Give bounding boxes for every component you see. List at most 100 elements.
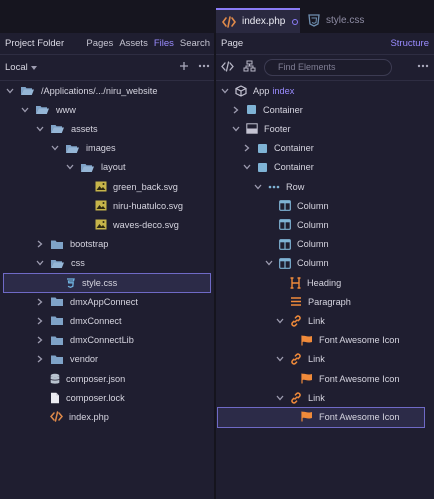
chevron-right-icon[interactable]	[36, 298, 44, 306]
more-options-icon[interactable]	[417, 61, 429, 74]
tree-item-label: Font Awesome Icon	[319, 373, 400, 384]
chevron-right-icon[interactable]	[36, 336, 44, 344]
component-tree-icon[interactable]	[243, 60, 256, 75]
tab-pages[interactable]: Pages	[86, 38, 113, 49]
file-tree-item[interactable]: composer.json	[36, 369, 125, 388]
structure-tab[interactable]: Structure	[390, 38, 429, 49]
structure-tree-item[interactable]: Footer	[232, 119, 291, 138]
structure-tree-item[interactable]: App index	[221, 81, 294, 100]
structure-tree-item[interactable]: Link	[276, 350, 325, 369]
structure-tree-item[interactable]: Font Awesome Icon	[287, 331, 400, 350]
chevron-down-icon[interactable]	[232, 126, 240, 132]
chevron-right-icon[interactable]	[36, 317, 44, 325]
column-icon	[279, 219, 291, 231]
structure-tree-item[interactable]: Paragraph	[276, 292, 351, 311]
chevron-right-icon[interactable]	[243, 144, 251, 152]
chevron-right-icon[interactable]	[232, 106, 240, 114]
tree-item-label: layout	[101, 162, 126, 173]
folder-open-icon	[35, 104, 50, 115]
tree-item-label: niru-huatulco.svg	[113, 200, 183, 211]
tab-style-css[interactable]: style.css	[302, 8, 372, 33]
file-tree-item[interactable]: /Applications/.../niru_website	[6, 81, 157, 100]
tree-item-label: dmxAppConnect	[70, 296, 138, 307]
file-tree-item[interactable]: index.php	[36, 407, 109, 426]
structure-tree-item[interactable]: Link	[276, 388, 325, 407]
file-tree-item[interactable]: niru-huatulco.svg	[81, 196, 183, 215]
link-icon	[290, 392, 302, 404]
chevron-down-icon[interactable]	[276, 356, 284, 362]
link-icon	[290, 353, 302, 365]
page-structure-header: Page Structure	[216, 33, 434, 55]
chevron-down-icon[interactable]	[36, 260, 44, 266]
chevron-down-icon[interactable]	[221, 88, 229, 94]
structure-tree-item[interactable]: Container	[243, 139, 314, 158]
structure-tree-item[interactable]: Row	[254, 177, 304, 196]
file-tree-item[interactable]: vendor	[36, 350, 98, 369]
location-select[interactable]: Local	[5, 62, 37, 73]
tree-item-label: Paragraph	[308, 296, 351, 307]
file-tree-item[interactable]: waves-deco.svg	[81, 215, 179, 234]
paragraph-icon	[290, 296, 302, 307]
tree-item-label: composer.json	[66, 373, 126, 384]
file-tree-item[interactable]: composer.lock	[36, 388, 125, 407]
find-elements-input[interactable]: Find Elements	[264, 59, 392, 76]
chevron-down-icon[interactable]	[51, 145, 59, 151]
tree-item-label: style.css	[82, 277, 118, 288]
tree-item-label: Container	[274, 162, 314, 173]
chevron-down-icon[interactable]	[276, 395, 284, 401]
file-tree-item[interactable]: green_back.svg	[81, 177, 178, 196]
file-tree-item[interactable]: dmxAppConnect	[36, 292, 138, 311]
chevron-down-icon[interactable]	[276, 318, 284, 324]
tab-index-php[interactable]: index.php	[216, 8, 300, 33]
file-tree-item[interactable]: www	[21, 100, 76, 119]
file-tree-item[interactable]: bootstrap	[36, 235, 108, 254]
tree-item-label: Column	[297, 219, 329, 230]
file-tree-item[interactable]: style.css	[51, 273, 117, 292]
code-view-icon[interactable]	[221, 60, 234, 75]
tree-item-label: Font Awesome Icon	[319, 411, 400, 422]
chevron-right-icon[interactable]	[36, 240, 44, 248]
tree-item-label: Column	[297, 258, 329, 269]
chevron-down-icon[interactable]	[66, 164, 74, 170]
file-icon	[50, 392, 60, 404]
file-tree-item[interactable]: assets	[36, 119, 98, 138]
chevron-down-icon[interactable]	[36, 126, 44, 132]
tree-item-label: Column	[297, 200, 329, 211]
structure-tree-item[interactable]: Font Awesome Icon	[287, 369, 400, 388]
structure-tree-item[interactable]: Font Awesome Icon	[287, 407, 400, 426]
editor-tab-bar: index.php style.css	[0, 0, 434, 33]
chevron-down-icon[interactable]	[254, 184, 262, 190]
tab-files[interactable]: Files	[154, 38, 174, 49]
code-file-icon	[50, 411, 63, 423]
chevron-down-icon[interactable]	[243, 164, 251, 170]
chevron-down-icon[interactable]	[265, 260, 273, 266]
structure-tree-item[interactable]: Column	[265, 254, 329, 273]
file-tree-item[interactable]: layout	[66, 158, 126, 177]
chevron-down-icon[interactable]	[6, 88, 14, 94]
file-tree-item[interactable]: css	[36, 254, 85, 273]
tree-item-label: waves-deco.svg	[113, 219, 179, 230]
tab-assets[interactable]: Assets	[119, 38, 148, 49]
font-awesome-icon	[301, 373, 313, 384]
structure-tree-item[interactable]: Container	[232, 100, 303, 119]
tab-search[interactable]: Search	[180, 38, 210, 49]
chevron-right-icon[interactable]	[36, 355, 44, 363]
more-options-icon[interactable]	[198, 61, 210, 74]
row-dots-icon	[268, 184, 280, 190]
structure-tree-item[interactable]: Column	[265, 215, 329, 234]
structure-tree-item[interactable]: Column	[265, 235, 329, 254]
tree-item-label: green_back.svg	[113, 181, 178, 192]
file-tree-item[interactable]: dmxConnectLib	[36, 331, 134, 350]
css-file-icon	[308, 14, 320, 27]
tree-item-label: css	[71, 258, 85, 269]
footer-icon	[246, 123, 258, 135]
structure-tree-item[interactable]: Link	[276, 311, 325, 330]
chevron-down-icon[interactable]	[21, 107, 29, 113]
structure-tree-item[interactable]: Heading	[276, 273, 341, 292]
add-icon[interactable]	[179, 61, 189, 74]
structure-tree-item[interactable]: Container	[243, 158, 314, 177]
structure-tree-item[interactable]: Column	[265, 196, 329, 215]
tree-item-label: dmxConnect	[70, 315, 122, 326]
file-tree-item[interactable]: images	[51, 139, 116, 158]
file-tree-item[interactable]: dmxConnect	[36, 311, 122, 330]
